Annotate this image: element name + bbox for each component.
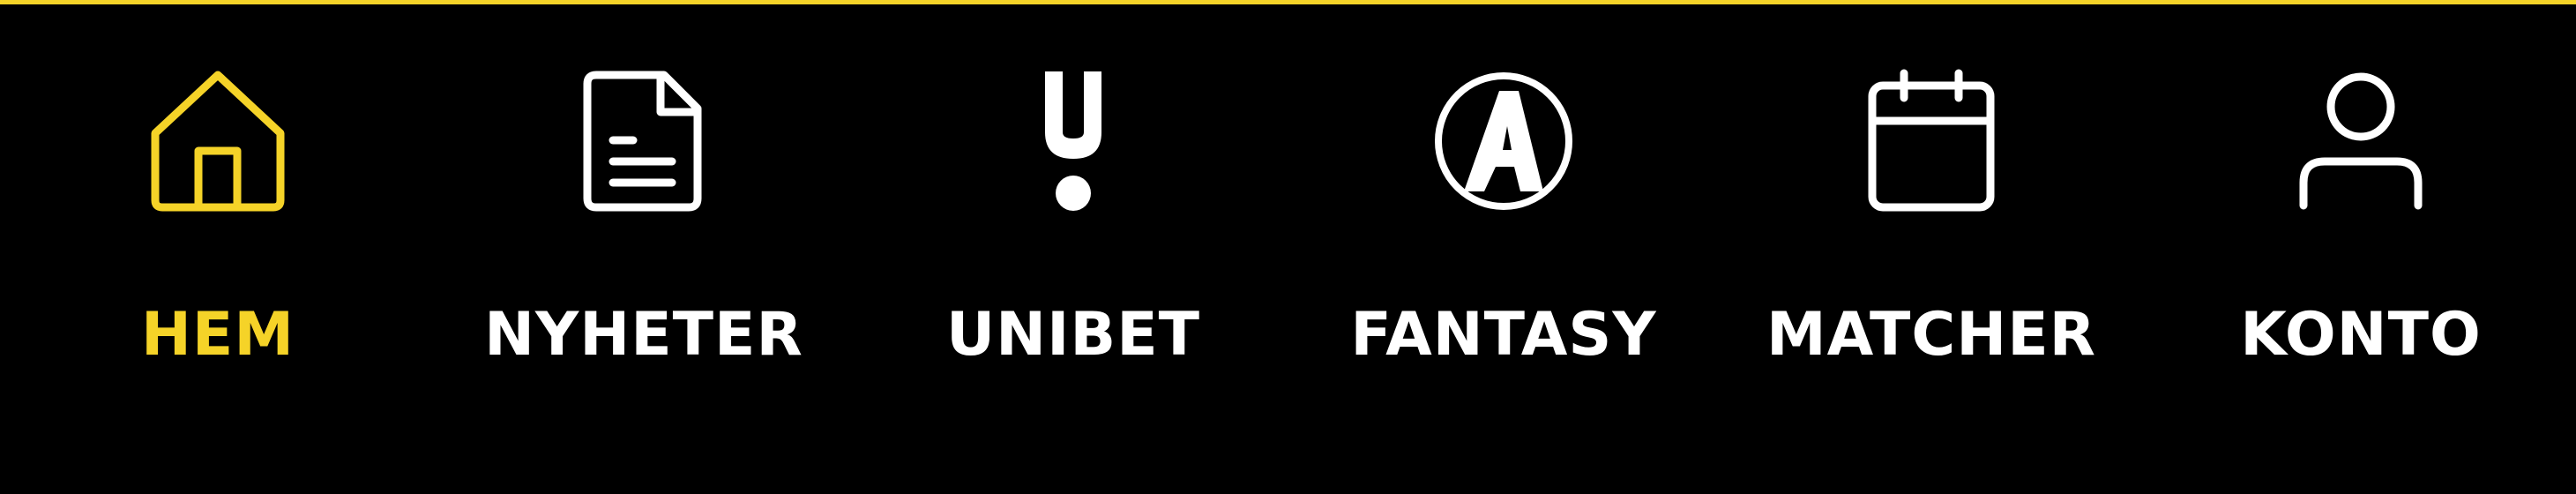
tab-label: HEM [140, 300, 295, 370]
tab-label: FANTASY [1350, 300, 1657, 370]
tab-unibet[interactable]: UNIBET [879, 66, 1267, 384]
user-icon [2286, 66, 2436, 216]
tab-nyheter[interactable]: NYHETER [450, 66, 838, 384]
tab-konto[interactable]: KONTO [2167, 66, 2555, 384]
tab-label: KONTO [2240, 300, 2482, 370]
tab-label: UNIBET [945, 300, 1201, 370]
tab-hem[interactable]: HEM [24, 66, 412, 384]
tab-matcher[interactable]: MATCHER [1737, 66, 2125, 384]
calendar-icon [1856, 66, 2006, 216]
fantasy-logo-icon [1429, 66, 1579, 216]
bottom-navigation-bar: HEM NYHETER UNIBET FANTASY MATCHER KONTO [0, 0, 2576, 494]
unibet-logo-icon [998, 66, 1148, 216]
tab-fantasy[interactable]: FANTASY [1310, 66, 1698, 384]
home-icon [143, 66, 293, 216]
tab-label: NYHETER [484, 300, 803, 370]
document-icon [569, 66, 719, 216]
tab-label: MATCHER [1766, 300, 2097, 370]
